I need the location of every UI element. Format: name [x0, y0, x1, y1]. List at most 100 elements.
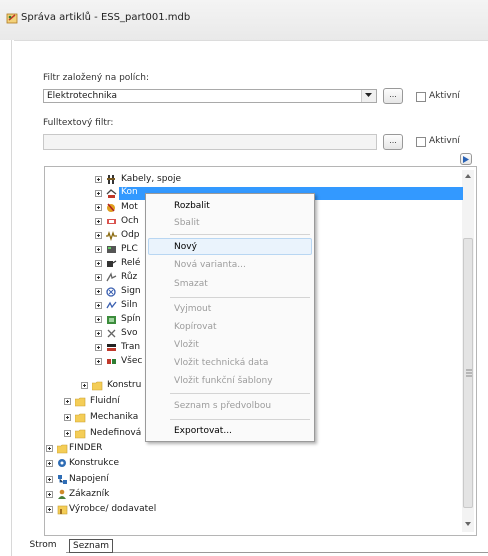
expand-icon[interactable] — [46, 506, 53, 513]
scrollbar-thumb[interactable] — [463, 238, 473, 508]
expand-icon[interactable] — [95, 344, 102, 351]
expand-icon[interactable] — [46, 491, 53, 498]
window-border — [11, 40, 12, 556]
tree-node-label: Nedefinová — [90, 428, 142, 438]
power-icon — [106, 301, 117, 309]
tree-node-label: Výrobce/ dodavatel — [69, 504, 157, 514]
menu-separator — [170, 234, 310, 235]
menu-item-paste-function-templates[interactable]: Vložit funkční šablony — [174, 376, 273, 386]
tree-node-label: Všec — [121, 356, 143, 366]
field-filter-combo[interactable]: Elektrotechnika — [43, 89, 377, 103]
resistor-icon — [106, 230, 117, 241]
expand-icon[interactable] — [95, 190, 102, 197]
menu-item-preset-list[interactable]: Seznam s předvolbou — [174, 401, 271, 411]
expand-icon[interactable] — [95, 176, 102, 183]
protection-icon — [107, 219, 116, 224]
motor-icon — [107, 203, 115, 212]
expand-icon[interactable] — [95, 358, 102, 365]
tree-node-label: FINDER — [69, 443, 103, 453]
app-icon — [6, 13, 18, 24]
fulltext-filter-label: Fulltextový filtr: — [43, 118, 114, 128]
fulltext-filter-input[interactable] — [43, 134, 377, 150]
fulltext-browse-button[interactable]: ... — [383, 134, 403, 150]
tree-node-label: Tran — [121, 342, 141, 352]
tree-node-label: Relé — [121, 258, 141, 268]
expand-icon[interactable] — [81, 382, 88, 389]
tree-node-label: Siln — [121, 300, 138, 310]
tree-node-label: Mot — [121, 202, 138, 212]
expand-icon[interactable] — [95, 330, 102, 337]
misc-icon — [106, 272, 117, 282]
menu-hover-highlight — [148, 238, 312, 255]
scroll-down-icon[interactable] — [465, 522, 471, 526]
tree-node-label: Och — [121, 216, 139, 226]
field-filter-value: Elektrotechnika — [47, 91, 117, 101]
menu-item-cut[interactable]: Vyjmout — [174, 304, 211, 314]
grip-icon — [466, 369, 472, 377]
tab-list[interactable]: Seznam — [69, 539, 113, 553]
menu-item-new[interactable]: Nový — [174, 242, 197, 252]
tree-node-label: Mechanika — [90, 412, 139, 422]
menu-separator — [170, 297, 310, 298]
tree-node-label: Napojení — [69, 474, 109, 484]
context-menu[interactable]: Rozbalit Sbalit Nový Nová varianta... Sm… — [145, 193, 315, 442]
expand-icon[interactable] — [95, 246, 102, 253]
expand-icon[interactable] — [95, 316, 102, 323]
tree-node[interactable]: Kabely, spoje — [95, 173, 295, 187]
field-filter-active-checkbox[interactable] — [416, 92, 426, 102]
menu-item-new-variant[interactable]: Nová varianta... — [174, 260, 246, 270]
tree-node-label: Konstrukce — [69, 458, 119, 468]
fulltext-active-checkbox[interactable] — [416, 137, 426, 147]
expand-icon[interactable] — [95, 302, 102, 309]
expand-icon[interactable] — [46, 445, 53, 452]
tree-node-label: Spín — [121, 314, 141, 324]
folder-icon — [75, 429, 86, 439]
folder-icon — [57, 444, 68, 454]
expand-icon[interactable] — [64, 398, 71, 405]
relay-icon — [107, 260, 117, 267]
tab-tree[interactable]: Strom — [20, 539, 66, 553]
tree-node-label: Svo — [121, 328, 138, 338]
tree-node-label: Kabely, spoje — [121, 174, 182, 184]
expand-icon[interactable] — [95, 274, 102, 281]
tree-node-label: PLC — [121, 244, 138, 254]
field-filter-active-label: Aktivní — [429, 91, 460, 101]
menu-item-paste[interactable]: Vložit — [174, 340, 199, 350]
window-title: Správa artiklů - ESS_part001.mdb — [21, 12, 191, 23]
transformer-icon — [107, 344, 116, 351]
expand-icon[interactable] — [95, 260, 102, 267]
expand-icon[interactable] — [95, 288, 102, 295]
expand-icon[interactable] — [95, 218, 102, 225]
folder-icon — [75, 413, 86, 423]
construction-icon — [58, 459, 66, 467]
expand-icon[interactable] — [46, 460, 53, 467]
tree-node-label: Odp — [121, 230, 140, 240]
tree-node-label: Zákazník — [69, 489, 110, 499]
expand-panel-button[interactable] — [460, 153, 472, 165]
tree-node-label: Sign — [121, 286, 141, 296]
menu-separator — [170, 419, 310, 420]
expand-icon[interactable] — [46, 476, 53, 483]
signal-icon — [106, 287, 116, 297]
menu-item-collapse[interactable]: Sbalit — [174, 218, 199, 228]
scroll-up-icon[interactable] — [465, 174, 471, 178]
cable-icon — [107, 175, 115, 184]
menu-item-paste-technical-data[interactable]: Vložit technická data — [174, 358, 268, 368]
folder-icon — [75, 397, 86, 407]
menu-item-export[interactable]: Exportovat... — [174, 426, 232, 436]
connection-icon — [58, 475, 67, 484]
field-filter-browse-button[interactable]: ... — [383, 88, 403, 104]
menu-item-expand[interactable]: Rozbalit — [174, 201, 210, 211]
folder-icon — [92, 381, 103, 391]
expand-icon[interactable] — [64, 414, 71, 421]
expand-icon[interactable] — [95, 204, 102, 211]
expand-icon[interactable] — [64, 430, 71, 437]
expand-icon[interactable] — [95, 232, 102, 239]
menu-item-delete[interactable]: Smazat — [174, 279, 208, 289]
plc-icon — [107, 246, 116, 253]
tree-node-label: Konstru — [107, 380, 142, 390]
menu-item-copy[interactable]: Kopírovat — [174, 322, 217, 332]
tree-scrollbar[interactable] — [462, 170, 474, 532]
tree-node-label: Růz — [121, 272, 138, 282]
chevron-down-icon[interactable] — [361, 90, 376, 102]
